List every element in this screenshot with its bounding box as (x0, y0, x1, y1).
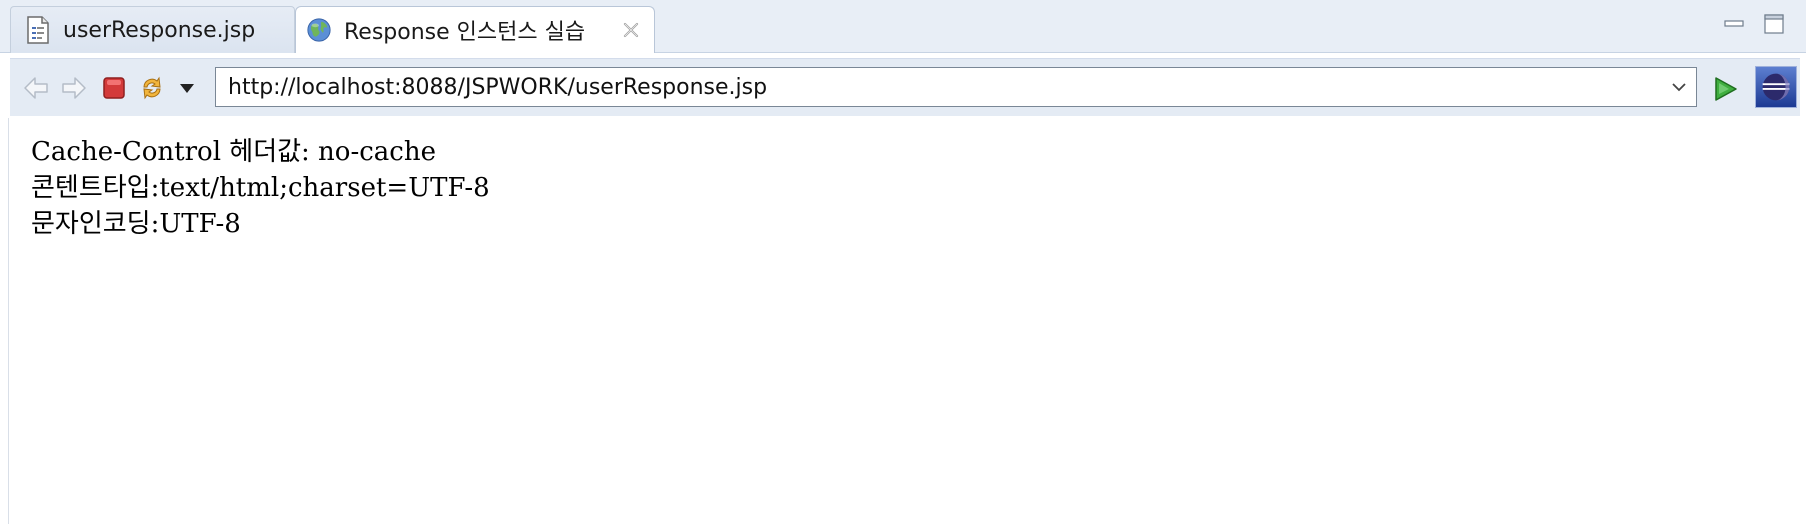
close-icon[interactable] (620, 19, 642, 41)
url-text[interactable]: http://localhost:8088/JSPWORK/userRespon… (228, 75, 767, 100)
forward-arrow-icon[interactable] (60, 74, 88, 102)
jsp-file-icon (27, 16, 49, 44)
tab-response-instance-practice[interactable]: Response 인스턴스 실습 (295, 6, 655, 53)
maximize-icon[interactable] (1762, 12, 1786, 36)
browser-toolbar: http://localhost:8088/JSPWORK/userRespon… (10, 58, 1800, 116)
back-arrow-icon[interactable] (22, 74, 50, 102)
browser-page-content: Cache-Control 헤더값: no-cache 콘텐트타입:text/h… (8, 118, 1806, 524)
tab-user-response-jsp[interactable]: userResponse.jsp (10, 6, 295, 53)
eclipse-logo-icon[interactable] (1755, 66, 1797, 108)
tab-label: Response 인스턴스 실습 (344, 20, 586, 45)
cache-control-line: Cache-Control 헤더값: no-cache (31, 137, 436, 167)
go-icon[interactable] (1710, 74, 1740, 104)
character-encoding-line: 문자인코딩:UTF-8 (31, 209, 241, 239)
refresh-icon[interactable] (138, 74, 166, 102)
chevron-down-icon[interactable] (178, 79, 196, 97)
editor-tab-strip: userResponse.jsp Response 인스턴스 실습 (0, 0, 1806, 53)
globe-icon (307, 18, 331, 42)
tab-label: userResponse.jsp (63, 17, 256, 43)
minimize-icon[interactable] (1722, 12, 1746, 36)
content-type-line: 콘텐트타입:text/html;charset=UTF-8 (31, 173, 490, 203)
url-input[interactable]: http://localhost:8088/JSPWORK/userRespon… (215, 67, 1697, 107)
chevron-down-icon[interactable] (1670, 78, 1688, 96)
stop-icon[interactable] (100, 74, 128, 102)
